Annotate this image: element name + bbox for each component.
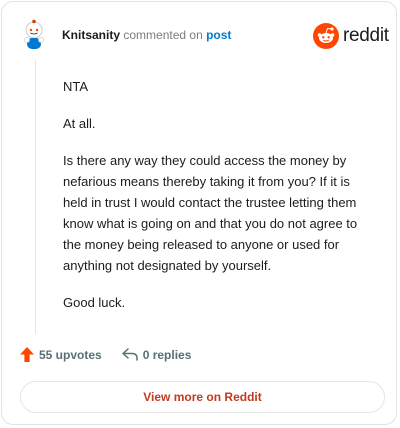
- user-avatar[interactable]: [21, 19, 47, 50]
- upvote-arrow-icon: [20, 347, 34, 362]
- view-more-on-reddit-button[interactable]: View more on Reddit: [20, 381, 385, 413]
- reddit-brand[interactable]: reddit: [313, 23, 389, 49]
- reply-count: 0 replies: [142, 347, 192, 362]
- post-link[interactable]: post: [206, 28, 231, 42]
- reply-arrow-icon: [121, 348, 138, 361]
- comment-paragraph: At all.: [63, 116, 96, 131]
- comment-paragraph: NTA: [63, 79, 89, 94]
- reddit-wordmark: reddit: [343, 25, 389, 46]
- comment-footer: 55 upvotes 0 replies: [20, 347, 191, 362]
- upvote-count: 55 upvotes: [39, 347, 102, 362]
- comment-paragraph: Is there any way they could access the m…: [63, 153, 358, 273]
- embedded-comment-card: Knitsanity commented on post reddit NTA …: [1, 1, 397, 425]
- reply-button[interactable]: 0 replies: [121, 347, 192, 362]
- thread-line: [35, 60, 36, 334]
- comment-paragraph: Good luck.: [63, 295, 126, 310]
- commented-on-text: commented on: [123, 28, 203, 42]
- author-name[interactable]: Knitsanity: [62, 28, 120, 42]
- comment-body: NTA At all. Is there any way they could …: [63, 76, 378, 329]
- comment-header: Knitsanity commented on post: [62, 28, 231, 42]
- reddit-logo-icon: [313, 23, 339, 49]
- upvote-button[interactable]: 55 upvotes: [20, 347, 102, 362]
